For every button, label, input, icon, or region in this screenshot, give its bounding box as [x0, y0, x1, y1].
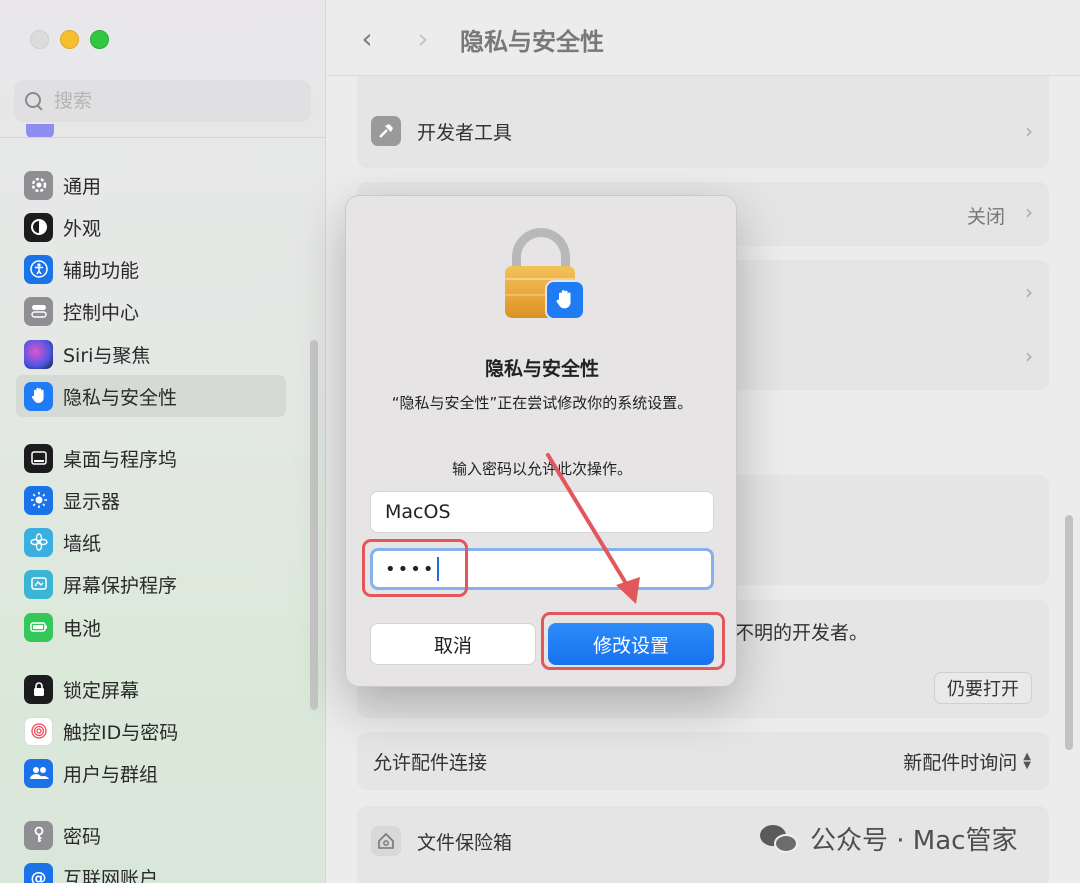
siri-icon — [24, 339, 53, 369]
gear-icon — [24, 170, 53, 200]
confirm-highlight-box — [541, 612, 725, 670]
window-controls — [30, 30, 109, 49]
lock-icon — [503, 228, 587, 320]
sidebar-item-label: 锁定屏幕 — [63, 679, 140, 702]
chevron-right-icon: › — [1025, 200, 1033, 224]
sidebar-item-label: 辅助功能 — [63, 259, 140, 282]
watermark: 公众号 · Mac管家 — [760, 820, 1017, 857]
close-window-button[interactable] — [30, 30, 49, 49]
sidebar-item-label: 屏幕保护程序 — [63, 574, 178, 597]
hammer-icon — [371, 116, 401, 146]
sidebar-item-touch-id[interactable]: 触控ID与密码 — [16, 710, 286, 752]
sidebar-scrollbar[interactable] — [310, 340, 318, 710]
sidebar-item-siri[interactable]: Siri与聚焦 — [16, 333, 286, 375]
sidebar-item-label: 显示器 — [63, 490, 121, 513]
battery-icon — [24, 612, 53, 642]
control-center-icon — [24, 296, 53, 326]
settings-window: 通用 外观 辅助功能 控制中心 Siri与聚焦 — [0, 0, 1080, 883]
chevron-right-icon: › — [1025, 280, 1033, 304]
sidebar-item-passwords[interactable]: 密码 — [16, 814, 286, 856]
main-scrollbar[interactable] — [1065, 515, 1073, 750]
sidebar-item-label: 互联网账户 — [63, 867, 159, 883]
sidebar-item-label: 触控ID与密码 — [63, 721, 179, 744]
sidebar-item-label: Siri与聚焦 — [63, 344, 151, 367]
sidebar-divider — [0, 137, 326, 138]
sidebar-item-battery[interactable]: 电池 — [16, 606, 286, 648]
row-value: 关闭 — [966, 206, 1005, 228]
title-bar: ‹ › 隐私与安全性 — [327, 0, 1080, 76]
sidebar-item-label: 用户与群组 — [63, 763, 159, 786]
wechat-icon — [760, 823, 800, 855]
blocked-app-message: 不明的开发者。 — [735, 622, 869, 644]
sidebar-item-label: 电池 — [63, 617, 102, 640]
password-highlight-box — [362, 539, 468, 597]
sidebar-item-privacy-security[interactable]: 隐私与安全性 — [16, 375, 286, 417]
row-label: 开发者工具 — [417, 121, 513, 144]
username-value: MacOS — [385, 501, 451, 523]
sidebar-item-displays[interactable]: 显示器 — [16, 479, 286, 521]
sidebar-item-label: 墙纸 — [63, 532, 102, 555]
chevron-right-icon: › — [1025, 344, 1033, 368]
zoom-window-button[interactable] — [90, 30, 109, 49]
forward-button[interactable]: › — [411, 24, 435, 54]
sidebar-item-appearance[interactable]: 外观 — [16, 206, 286, 248]
back-button[interactable]: ‹ — [355, 24, 379, 54]
at-icon: @ — [24, 862, 53, 883]
sidebar-item-label: 控制中心 — [63, 301, 140, 324]
appearance-icon — [24, 212, 53, 242]
sidebar-item-label: 通用 — [63, 175, 102, 198]
sidebar-item-internet-accounts[interactable]: @ 互联网账户 — [16, 856, 286, 883]
sidebar: 通用 外观 辅助功能 控制中心 Siri与聚焦 — [0, 0, 326, 883]
row-accessory-connection: 允许配件连接 新配件时询问 ▲ ▼ — [357, 732, 1049, 790]
sidebar-item-label: 密码 — [63, 825, 102, 848]
key-icon — [24, 820, 53, 850]
chevron-right-icon: › — [1025, 119, 1033, 143]
accessibility-icon — [24, 254, 53, 284]
page-title: 隐私与安全性 — [460, 28, 604, 56]
sidebar-item-lock-screen[interactable]: 锁定屏幕 — [16, 668, 286, 710]
updown-chevron-icon: ▲ ▼ — [1023, 751, 1031, 771]
sidebar-item-label: 隐私与安全性 — [63, 386, 178, 409]
minimize-window-button[interactable] — [60, 30, 79, 49]
sidebar-item-label: 桌面与程序坞 — [63, 448, 178, 471]
cancel-button[interactable]: 取消 — [370, 623, 536, 665]
sidebar-item-control-center[interactable]: 控制中心 — [16, 290, 286, 332]
row-label: 文件保险箱 — [417, 831, 513, 854]
house-icon — [371, 826, 401, 856]
dialog-message: “隐私与安全性”正在尝试修改你的系统设置。 — [391, 394, 693, 412]
dock-icon — [24, 443, 53, 473]
lock-icon — [24, 674, 53, 704]
row-developer-tools[interactable]: 开发者工具 › — [357, 96, 1049, 166]
sidebar-item-screensaver[interactable]: 屏幕保护程序 — [16, 563, 286, 605]
search-field[interactable] — [14, 80, 311, 122]
accessory-select-value: 新配件时询问 — [903, 751, 1018, 774]
accessory-card: 允许配件连接 新配件时询问 ▲ ▼ — [357, 732, 1049, 790]
open-anyway-button[interactable]: 仍要打开 — [934, 672, 1032, 704]
sidebar-item-desktop-dock[interactable]: 桌面与程序坞 — [16, 437, 286, 479]
hand-icon — [24, 381, 53, 411]
sidebar-item-label: 外观 — [63, 217, 102, 240]
screensaver-icon — [24, 569, 53, 599]
dialog-title: 隐私与安全性 — [484, 358, 599, 380]
hand-icon — [545, 280, 585, 320]
row-label: 允许配件连接 — [373, 751, 488, 774]
username-field[interactable]: MacOS — [370, 491, 714, 533]
sun-icon — [24, 485, 53, 515]
accessory-select[interactable]: 新配件时询问 ▲ ▼ — [903, 748, 1031, 775]
sidebar-item-users-groups[interactable]: 用户与群组 — [16, 752, 286, 794]
watermark-text: 公众号 · Mac管家 — [810, 826, 1018, 856]
flower-icon — [24, 527, 53, 557]
sidebar-item-general[interactable]: 通用 — [16, 164, 286, 206]
scrolled-item-icon — [26, 124, 54, 138]
sidebar-item-wallpaper[interactable]: 墙纸 — [16, 521, 286, 563]
search-input[interactable] — [54, 90, 284, 112]
users-icon — [24, 758, 53, 788]
sidebar-item-accessibility[interactable]: 辅助功能 — [16, 248, 286, 290]
fingerprint-icon — [24, 716, 53, 746]
dialog-prompt: 输入密码以允许此次操作。 — [451, 460, 632, 478]
search-icon — [24, 91, 44, 111]
